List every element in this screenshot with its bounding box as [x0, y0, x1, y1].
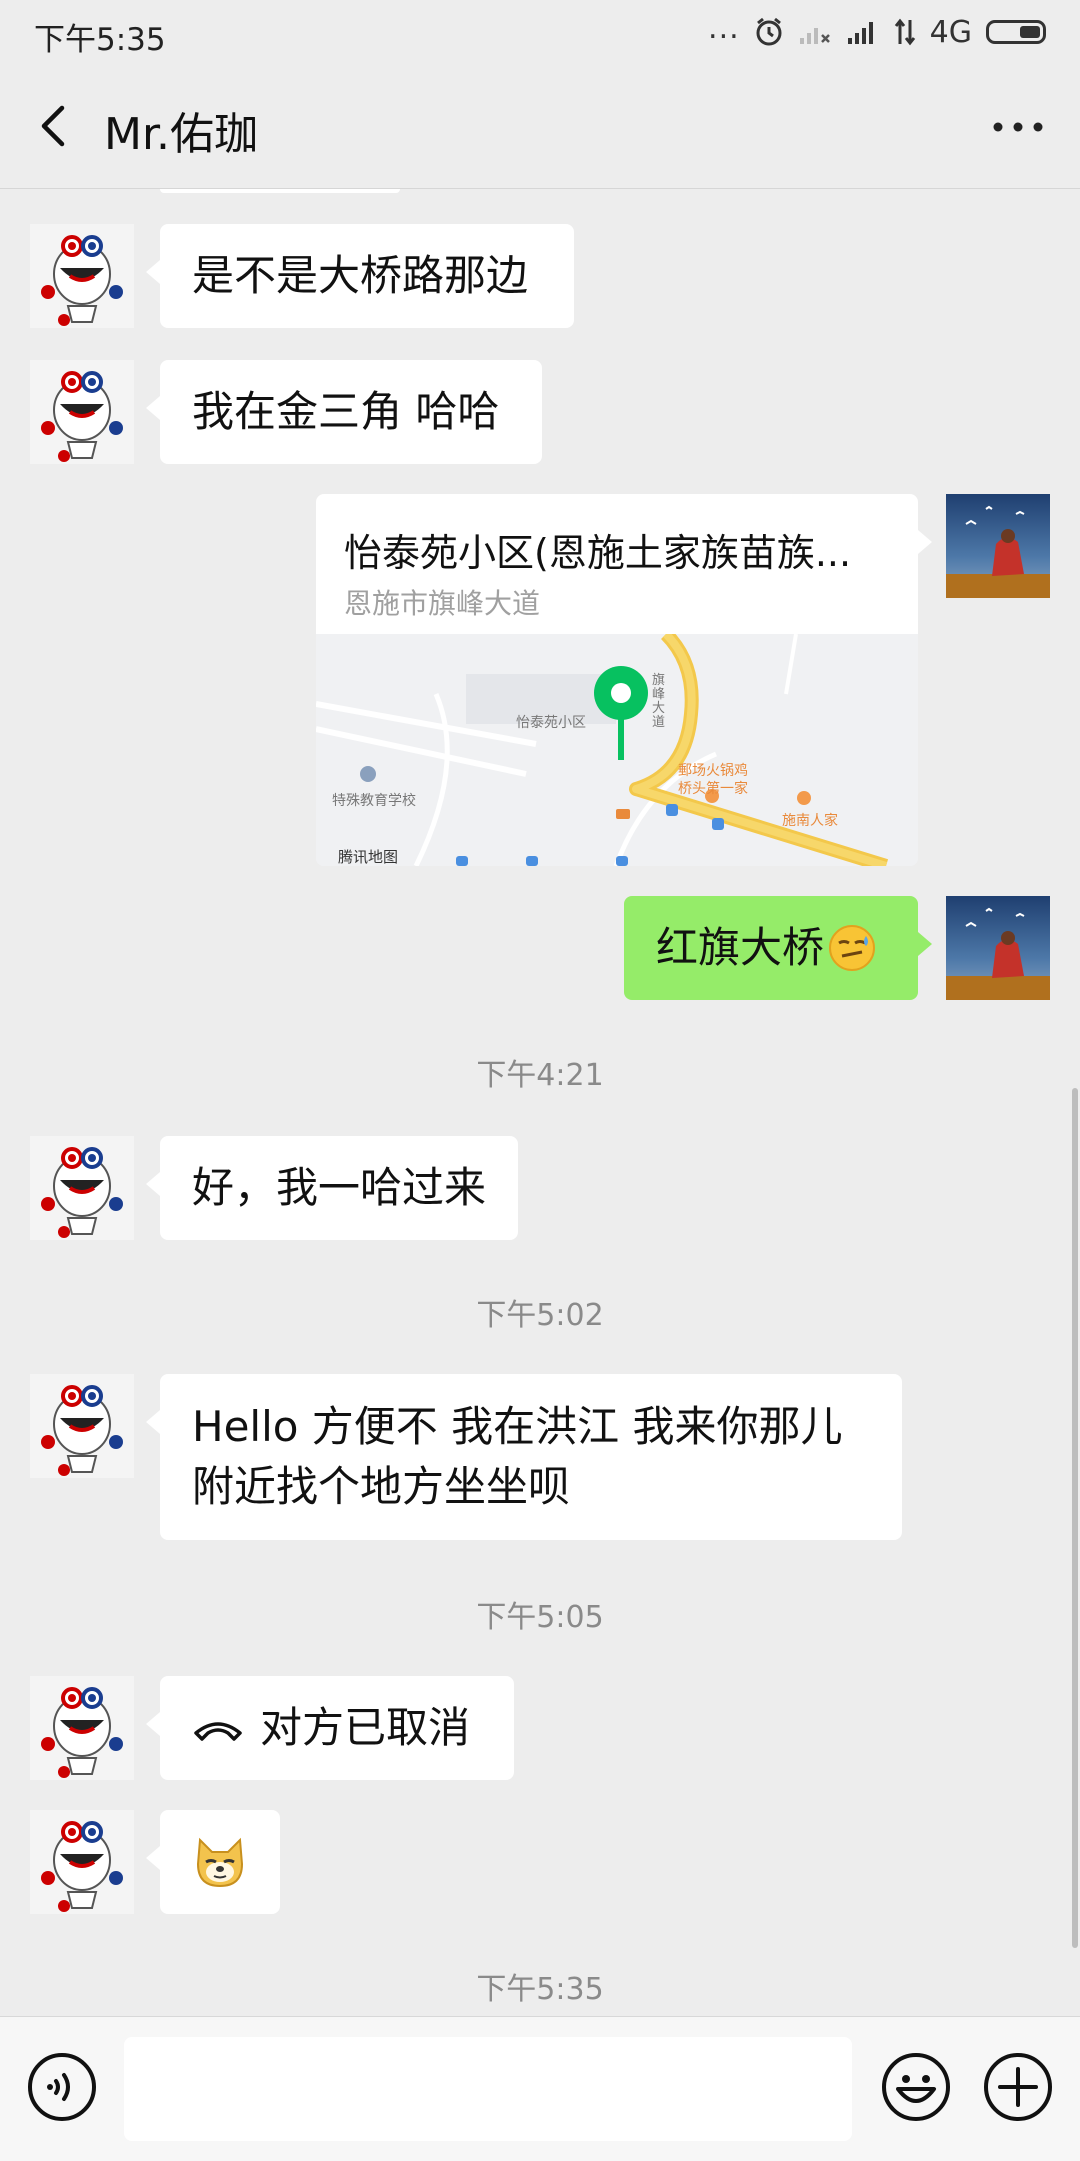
- doraemon-avatar-icon: [30, 1374, 134, 1478]
- self-avatar[interactable]: [946, 896, 1050, 1000]
- self-avatar-image: [946, 494, 1050, 598]
- location-map[interactable]: 怡泰苑小区 旗峰大道 特殊教育学校 郵场火锅鸡 桥头第一家 施南人家 腾讯地图: [316, 629, 918, 866]
- more-actions-button[interactable]: [982, 2051, 1054, 2123]
- status-bar: 下午5:35 ... 4G: [0, 0, 1080, 66]
- message-text: 我在金三角 哈哈: [192, 387, 500, 436]
- back-button[interactable]: [28, 96, 88, 156]
- avatar[interactable]: [30, 1374, 134, 1478]
- message-text-line: 附近找个地方坐坐呗: [192, 1462, 571, 1511]
- avatar[interactable]: [30, 1136, 134, 1240]
- battery-icon: [986, 20, 1046, 44]
- message-text-line: Hello 方便不 我在洪江 我来你那儿: [192, 1402, 843, 1451]
- emoji-button[interactable]: [880, 2051, 952, 2123]
- self-avatar[interactable]: [946, 494, 1050, 598]
- map-label-poi: 怡泰苑小区: [516, 715, 586, 731]
- message-bubble-partial: [160, 189, 400, 193]
- input-bar: [0, 2016, 1080, 2161]
- avatar[interactable]: [30, 224, 134, 328]
- bubble-tail: [918, 530, 932, 554]
- message-text: 是不是大桥路那边: [192, 251, 529, 300]
- doge-emoji-icon: [196, 1837, 244, 1888]
- doraemon-avatar-icon: [30, 1676, 134, 1780]
- location-card[interactable]: 怡泰苑小区(恩施土家族苗族... 恩施市旗峰大道 怡泰苑小区 旗峰大道 特殊教育…: [316, 494, 918, 866]
- message-bubble-self[interactable]: 红旗大桥: [624, 896, 932, 1000]
- avatar[interactable]: [30, 1810, 134, 1914]
- map-provider-logo: 腾讯地图: [338, 848, 399, 866]
- status-icons: ... 4G: [708, 10, 1046, 52]
- doraemon-avatar-icon: [30, 360, 134, 464]
- doraemon-avatar-icon: [30, 1136, 134, 1240]
- message-text: 好，我一哈过来: [192, 1163, 487, 1212]
- avatar[interactable]: [30, 1676, 134, 1780]
- timestamp: 下午5:05: [476, 1600, 604, 1635]
- chat-header: Mr.佑珈: [0, 66, 1080, 189]
- more-options-button[interactable]: [988, 102, 1048, 152]
- voice-input-button[interactable]: [26, 2051, 98, 2123]
- doraemon-avatar-icon: [30, 1810, 134, 1914]
- smirk-emoji-icon: [829, 925, 876, 971]
- map-label-restaurant: 桥头第一家: [678, 781, 748, 797]
- avatar[interactable]: [30, 360, 134, 464]
- message-bubble[interactable]: 好，我一哈过来: [146, 1136, 518, 1240]
- map-label-restaurant: 郵场火锅鸡: [678, 763, 748, 779]
- status-time: 下午5:35: [34, 22, 166, 58]
- location-name: 怡泰苑小区(恩施土家族苗族...: [344, 531, 852, 575]
- message-text: 红旗大桥: [656, 923, 825, 972]
- phone-hangup-icon: [194, 1722, 242, 1741]
- alarm-icon: [756, 17, 782, 46]
- signal-icon: [847, 22, 873, 44]
- message-bubble[interactable]: 我在金三角 哈哈: [146, 360, 542, 464]
- map-label-road: 旗峰大道: [652, 673, 666, 730]
- chat-title: Mr.佑珈: [104, 109, 258, 160]
- map-pin-icon: [594, 666, 648, 760]
- network-type: 4G: [929, 14, 972, 50]
- call-status-text: 对方已取消: [260, 1703, 471, 1752]
- message-input[interactable]: [124, 2037, 852, 2141]
- doraemon-avatar-icon: [30, 224, 134, 328]
- call-message-bubble[interactable]: 对方已取消: [146, 1676, 514, 1780]
- more-notifications-icon: ...: [708, 10, 740, 46]
- data-transfer-icon: [894, 18, 915, 46]
- signal-weak-icon: [799, 28, 830, 44]
- scrollbar[interactable]: [1072, 1088, 1078, 1948]
- sticker-message-bubble[interactable]: [146, 1810, 280, 1914]
- self-avatar-image: [946, 896, 1050, 1000]
- map-label-restaurant: 施南人家: [782, 813, 838, 829]
- location-address: 恩施市旗峰大道: [344, 587, 541, 620]
- timestamp: 下午5:35: [476, 1972, 604, 2007]
- timestamp: 下午4:21: [476, 1058, 604, 1093]
- message-bubble[interactable]: Hello 方便不 我在洪江 我来你那儿 附近找个地方坐坐呗: [146, 1374, 902, 1540]
- map-label-school: 特殊教育学校: [332, 793, 416, 809]
- message-bubble[interactable]: 是不是大桥路那边: [146, 224, 574, 328]
- timestamp: 下午5:02: [476, 1298, 604, 1333]
